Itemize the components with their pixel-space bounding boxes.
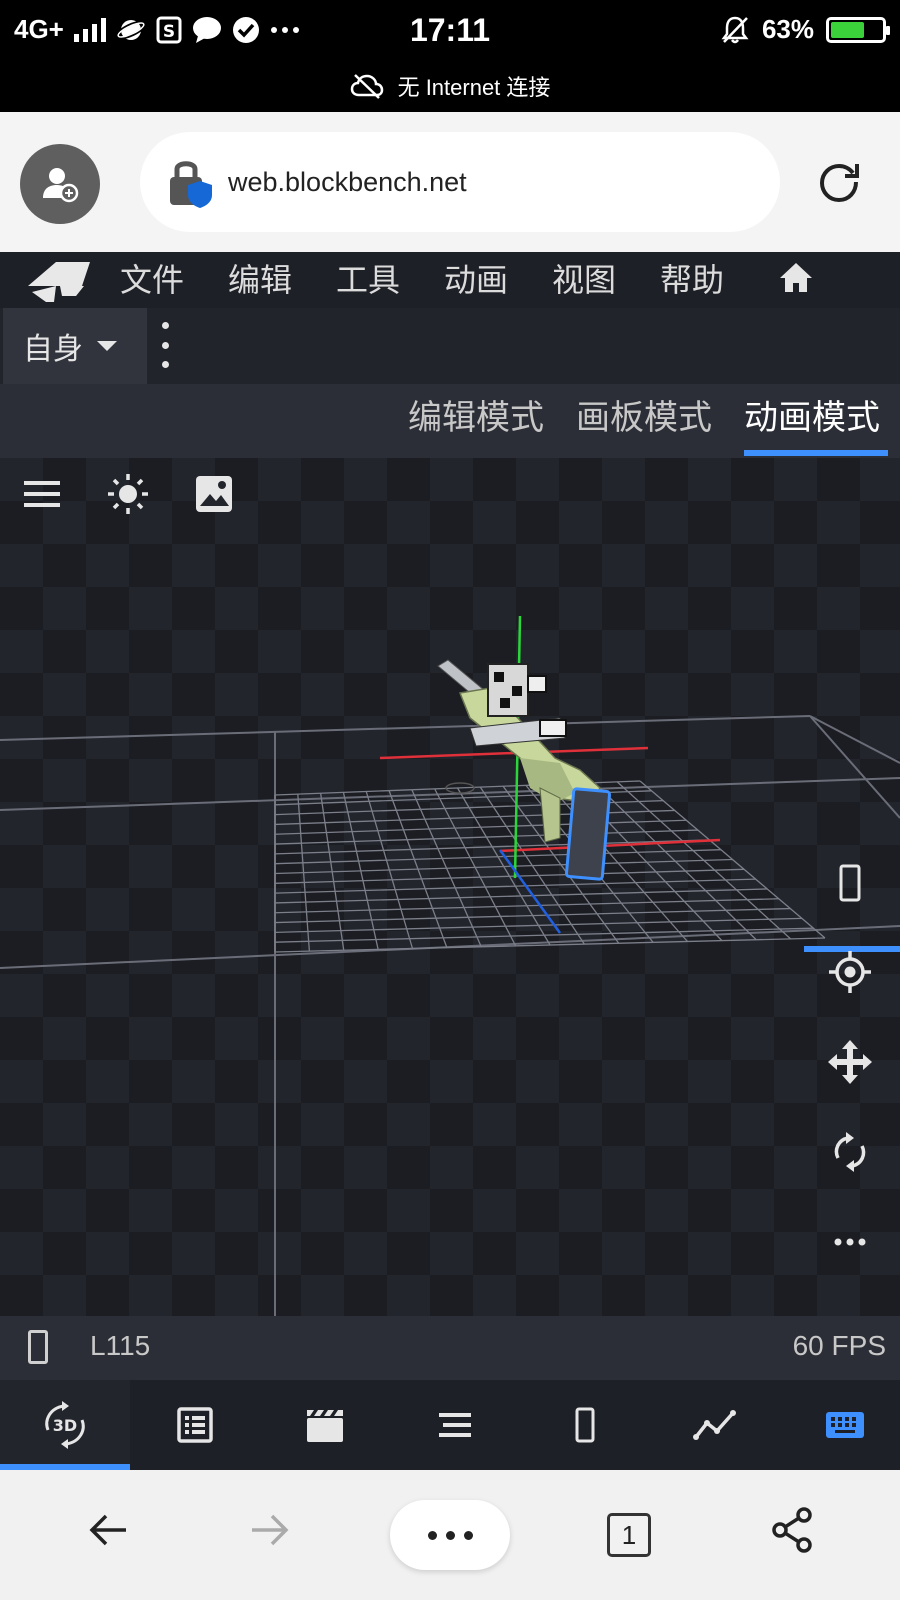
- browser-address-bar: web.blockbench.net: [0, 112, 900, 252]
- transform-space-label: 自身: [23, 332, 83, 367]
- clapperboard-icon: [307, 1410, 343, 1442]
- move-icon[interactable]: [826, 1038, 874, 1086]
- share-icon: [772, 1507, 812, 1553]
- phone-outline-icon: [575, 1407, 595, 1443]
- list-box-icon: [177, 1407, 213, 1443]
- panel-tab-bar: 3D: [0, 1380, 900, 1470]
- viewport-status-row: L115 60 FPS: [0, 1316, 900, 1380]
- lines-icon: [439, 1413, 471, 1437]
- url-field[interactable]: web.blockbench.net: [140, 132, 780, 232]
- browser-menu-button[interactable]: [390, 1500, 510, 1570]
- menu-animation[interactable]: 动画: [444, 252, 508, 308]
- arrow-right-icon: [252, 1514, 289, 1546]
- menu-file[interactable]: 文件: [120, 252, 184, 308]
- tab-3d-view[interactable]: 3D: [0, 1380, 130, 1470]
- tab-paint-mode[interactable]: 画板模式: [576, 390, 712, 450]
- battery-percent: 63%: [761, 14, 814, 44]
- no-internet-banner: 无 Internet 连接: [0, 70, 900, 102]
- 3d-rotate-icon: 3D: [45, 1401, 85, 1449]
- ground-guides: [0, 715, 900, 1316]
- phone-outline-icon[interactable]: [826, 860, 874, 908]
- tab-switcher-button[interactable]: 1: [607, 1513, 651, 1557]
- tab-display[interactable]: [520, 1380, 650, 1470]
- back-button[interactable]: [78, 1500, 138, 1560]
- fps-counter: 60 FPS: [792, 1330, 886, 1361]
- home-icon[interactable]: [776, 258, 816, 298]
- status-line-label: L115: [90, 1330, 151, 1361]
- light-icon[interactable]: [106, 472, 150, 516]
- phone-outline-icon[interactable]: [28, 1330, 48, 1364]
- mode-selector: 编辑模式 画板模式 动画模式: [0, 384, 900, 458]
- battery-icon: [826, 16, 890, 43]
- transform-space-select[interactable]: 自身: [3, 308, 147, 384]
- profile-avatar[interactable]: [20, 144, 100, 224]
- vertical-more-icon[interactable]: [160, 322, 170, 368]
- url-text: web.blockbench.net: [228, 166, 467, 197]
- tab-keyframes[interactable]: [390, 1380, 520, 1470]
- no-internet-text: 无 Internet 连接: [397, 75, 551, 100]
- forward-button[interactable]: [240, 1500, 300, 1560]
- graph-line-icon: [693, 1410, 736, 1440]
- blockbench-logo-icon[interactable]: [26, 256, 92, 304]
- tab-outliner[interactable]: [130, 1380, 260, 1470]
- 3d-viewport[interactable]: [0, 458, 900, 1316]
- cloud-off-icon: [350, 74, 383, 99]
- pivot-target-icon[interactable]: [826, 948, 874, 996]
- rotate-icon[interactable]: [826, 1128, 874, 1176]
- add-user-icon: [43, 168, 79, 203]
- menu-icon[interactable]: [20, 472, 64, 516]
- svg-text:3D: 3D: [53, 1416, 77, 1435]
- chevron-down-icon: [97, 341, 117, 351]
- secure-lock-icon: [170, 161, 212, 208]
- arrow-left-icon: [89, 1514, 126, 1546]
- tab-animations[interactable]: [260, 1380, 390, 1470]
- more-horizontal-icon[interactable]: [826, 1218, 874, 1266]
- tab-edit-mode[interactable]: 编辑模式: [408, 390, 544, 450]
- system-status-bar: 4G+ S 17:11 63% 无 Internet 连接: [0, 0, 900, 112]
- menu-edit[interactable]: 编辑: [228, 252, 292, 308]
- share-button[interactable]: [762, 1500, 822, 1560]
- scene-canvas: [0, 615, 900, 1316]
- menu-tools[interactable]: 工具: [336, 252, 400, 308]
- transform-toolbar: 自身: [0, 308, 900, 384]
- menu-view[interactable]: 视图: [552, 252, 616, 308]
- keyboard-icon: [826, 1412, 864, 1438]
- image-icon[interactable]: [192, 472, 236, 516]
- status-right: 63%: [720, 14, 890, 45]
- status-row: 4G+ S 17:11 63%: [0, 0, 900, 62]
- tab-keyboard[interactable]: [780, 1380, 900, 1470]
- browser-nav-bar: 1: [0, 1470, 900, 1600]
- app-menu-bar: 文件 编辑 工具 动画 视图 帮助: [0, 252, 900, 308]
- tab-animate-mode[interactable]: 动画模式: [744, 390, 880, 450]
- active-mode-indicator: [744, 450, 888, 456]
- bell-muted-icon: [721, 16, 749, 43]
- tab-graph[interactable]: [650, 1380, 780, 1470]
- reload-icon[interactable]: [816, 160, 864, 208]
- menu-help[interactable]: 帮助: [660, 252, 724, 308]
